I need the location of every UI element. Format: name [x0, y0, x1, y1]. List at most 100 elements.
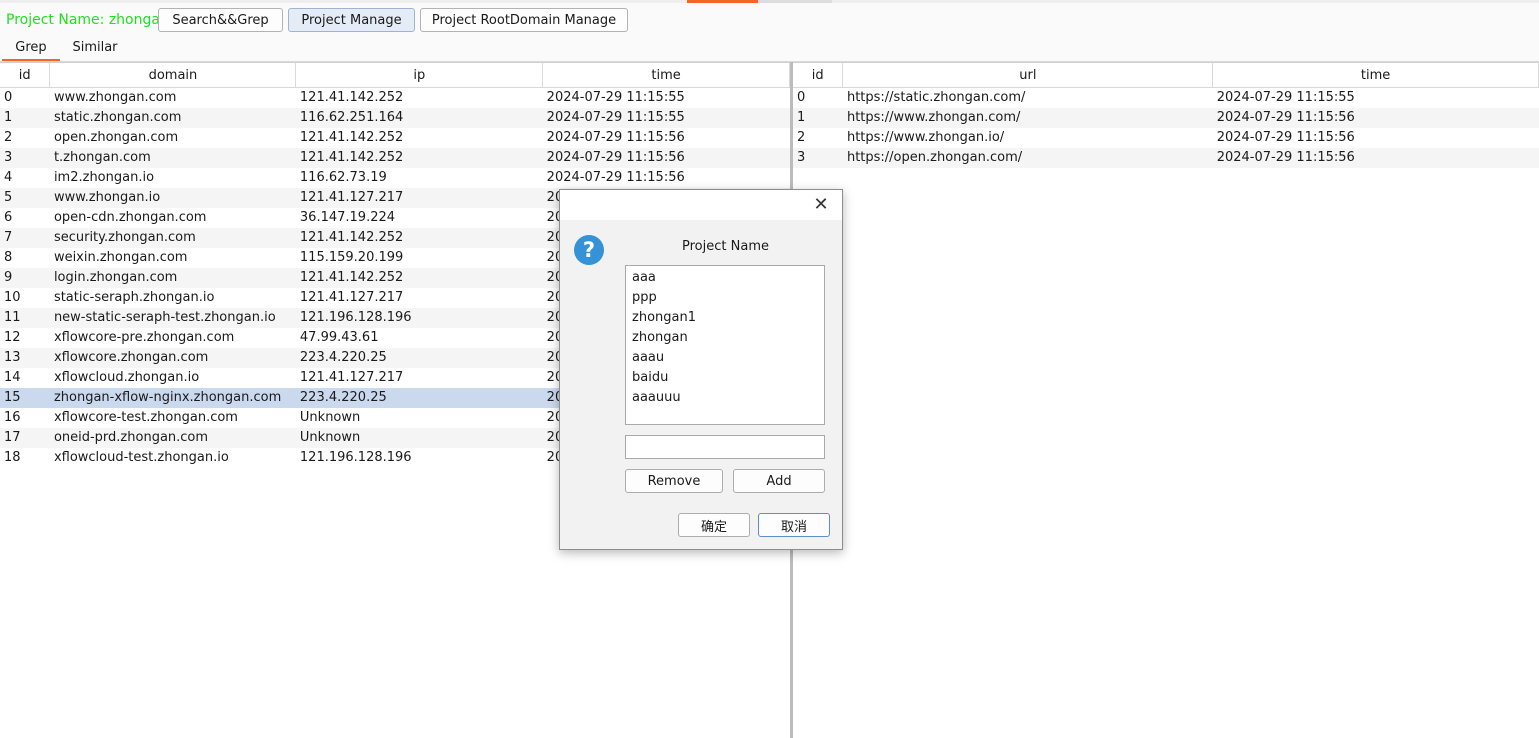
project-list[interactable]: aaa ppp zhongan1 zhongan aaau baidu aaauuu: [625, 265, 825, 425]
cell-id[interactable]: 4: [0, 168, 50, 188]
cell-id[interactable]: 2: [0, 128, 50, 148]
list-item[interactable]: aaau: [626, 348, 824, 368]
cell-id[interactable]: 14: [0, 368, 50, 388]
tab-grep[interactable]: Grep: [2, 37, 60, 61]
cell-url[interactable]: https://www.zhongan.io/: [843, 128, 1213, 148]
cell-id[interactable]: 15: [0, 388, 50, 408]
remove-button[interactable]: Remove: [625, 469, 723, 493]
table-row[interactable]: 3 https://open.zhongan.com/2024-07-29 11:…: [793, 148, 1539, 168]
cell-time[interactable]: 2024-07-29 11:15:56: [543, 128, 790, 148]
cell-ip[interactable]: 121.41.142.252: [296, 88, 543, 109]
cell-time[interactable]: 2024-07-29 11:15:56: [543, 168, 790, 188]
search-grep-button[interactable]: Search&&Grep: [158, 8, 283, 32]
column-header-time[interactable]: time: [1212, 62, 1539, 88]
cell-ip[interactable]: 121.41.142.252: [295, 148, 543, 168]
table-row[interactable]: 0 https://static.zhongan.com/2024-07-29 1…: [793, 88, 1539, 109]
cell-time[interactable]: 2024-07-29 11:15:56: [1212, 108, 1539, 128]
cell-ip[interactable]: 121.41.127.217: [295, 188, 543, 208]
table-row[interactable]: 1 static.zhongan.com 116.62.251.164 2024-07…: [0, 108, 790, 128]
cell-domain[interactable]: weixin.zhongan.com: [50, 248, 296, 268]
cell-ip[interactable]: 116.62.73.19: [296, 168, 543, 188]
cell-id[interactable]: 0: [793, 88, 843, 109]
column-header-ip[interactable]: ip: [295, 62, 544, 88]
cell-domain[interactable]: xflowcore-test.zhongan.com: [50, 408, 296, 428]
ok-button[interactable]: 确定: [678, 513, 750, 537]
table-row[interactable]: 4 im2.zhongan.io 116.62.73.19 2024-07-29 11…: [0, 168, 790, 188]
cell-domain[interactable]: new-static-seraph-test.zhongan.io: [49, 308, 296, 328]
cell-url[interactable]: https://open.zhongan.com/: [842, 148, 1213, 168]
cell-domain[interactable]: open-cdn.zhongan.com: [50, 208, 296, 228]
cell-domain[interactable]: static.zhongan.com: [49, 108, 296, 128]
close-icon[interactable]: ✕: [810, 194, 832, 216]
cell-ip[interactable]: 121.196.128.196: [295, 308, 543, 328]
cell-ip[interactable]: 115.159.20.199: [296, 248, 543, 268]
cell-id[interactable]: 3: [793, 148, 843, 168]
cell-id[interactable]: 1: [0, 108, 50, 128]
cell-id[interactable]: 18: [0, 448, 50, 468]
cell-id[interactable]: 3: [0, 148, 50, 168]
cell-domain[interactable]: zhongan-xflow-nginx.zhongan.com: [49, 388, 296, 408]
cell-ip[interactable]: 121.41.142.252: [295, 228, 543, 248]
column-header-id[interactable]: id: [0, 62, 51, 88]
table-row[interactable]: 0 www.zhongan.com 121.41.142.252 2024-07-29…: [0, 88, 790, 109]
add-button[interactable]: Add: [733, 469, 825, 493]
cell-ip[interactable]: 223.4.220.25: [295, 388, 543, 408]
cell-id[interactable]: 9: [0, 268, 50, 288]
cell-ip[interactable]: Unknown: [295, 428, 543, 448]
cell-domain[interactable]: xflowcore-pre.zhongan.com: [50, 328, 296, 348]
cell-domain[interactable]: www.zhongan.io: [49, 188, 296, 208]
cell-domain[interactable]: xflowcloud-test.zhongan.io: [50, 448, 296, 468]
cell-ip[interactable]: 116.62.251.164: [295, 108, 543, 128]
url-table-panel[interactable]: id url time 0 https://static.zhongan.com/…: [793, 62, 1539, 738]
table-row[interactable]: 3 t.zhongan.com 121.41.142.252 2024-07-29 1…: [0, 148, 790, 168]
cell-id[interactable]: 8: [0, 248, 50, 268]
cell-domain[interactable]: open.zhongan.com: [50, 128, 296, 148]
list-item[interactable]: zhongan: [626, 328, 824, 348]
cell-domain[interactable]: im2.zhongan.io: [50, 168, 296, 188]
cell-time[interactable]: 2024-07-29 11:15:56: [1213, 128, 1539, 148]
cell-id[interactable]: 10: [0, 288, 50, 308]
table-row[interactable]: 1 https://www.zhongan.com/2024-07-29 11:1…: [793, 108, 1539, 128]
cell-ip[interactable]: 121.41.142.252: [296, 128, 543, 148]
cell-id[interactable]: 0: [0, 88, 50, 109]
cell-ip[interactable]: Unknown: [296, 408, 543, 428]
list-item[interactable]: aaa: [626, 268, 824, 288]
list-item[interactable]: baidu: [626, 368, 824, 388]
cell-domain[interactable]: security.zhongan.com: [49, 228, 296, 248]
cell-ip[interactable]: 121.196.128.196: [296, 448, 543, 468]
project-rootdomain-manage-button[interactable]: Project RootDomain Manage: [420, 8, 628, 32]
list-item[interactable]: aaauuu: [626, 388, 824, 408]
cell-domain[interactable]: static-seraph.zhongan.io: [50, 288, 296, 308]
column-header-id[interactable]: id: [793, 62, 844, 88]
cell-id[interactable]: 1: [793, 108, 843, 128]
cancel-button[interactable]: 取消: [758, 513, 830, 537]
cell-id[interactable]: 7: [0, 228, 50, 248]
cell-id[interactable]: 11: [0, 308, 50, 328]
cell-domain[interactable]: xflowcloud.zhongan.io: [50, 368, 296, 388]
table-row[interactable]: 2 https://www.zhongan.io/2024-07-29 11:15…: [793, 128, 1539, 148]
cell-id[interactable]: 17: [0, 428, 50, 448]
cell-ip[interactable]: 121.41.127.217: [296, 288, 543, 308]
cell-id[interactable]: 12: [0, 328, 50, 348]
cell-url[interactable]: https://static.zhongan.com/: [843, 88, 1213, 109]
table-row[interactable]: 2 open.zhongan.com 121.41.142.252 2024-07-2…: [0, 128, 790, 148]
cell-domain[interactable]: xflowcore.zhongan.com: [49, 348, 296, 368]
cell-time[interactable]: 2024-07-29 11:15:55: [1213, 88, 1539, 109]
cell-time[interactable]: 2024-07-29 11:15:56: [1212, 148, 1539, 168]
column-header-time[interactable]: time: [542, 62, 790, 88]
cell-ip[interactable]: 223.4.220.25: [295, 348, 543, 368]
cell-domain[interactable]: oneid-prd.zhongan.com: [49, 428, 296, 448]
cell-time[interactable]: 2024-07-29 11:15:56: [542, 148, 790, 168]
list-item[interactable]: zhongan1: [626, 308, 824, 328]
cell-domain[interactable]: t.zhongan.com: [49, 148, 296, 168]
cell-ip[interactable]: 121.41.142.252: [295, 268, 543, 288]
cell-domain[interactable]: login.zhongan.com: [49, 268, 296, 288]
cell-time[interactable]: 2024-07-29 11:15:55: [543, 88, 790, 109]
cell-id[interactable]: 5: [0, 188, 50, 208]
cell-ip[interactable]: 47.99.43.61: [296, 328, 543, 348]
cell-time[interactable]: 2024-07-29 11:15:55: [542, 108, 790, 128]
cell-id[interactable]: 13: [0, 348, 50, 368]
cell-id[interactable]: 6: [0, 208, 50, 228]
cell-id[interactable]: 2: [793, 128, 843, 148]
cell-ip[interactable]: 121.41.127.217: [296, 368, 543, 388]
